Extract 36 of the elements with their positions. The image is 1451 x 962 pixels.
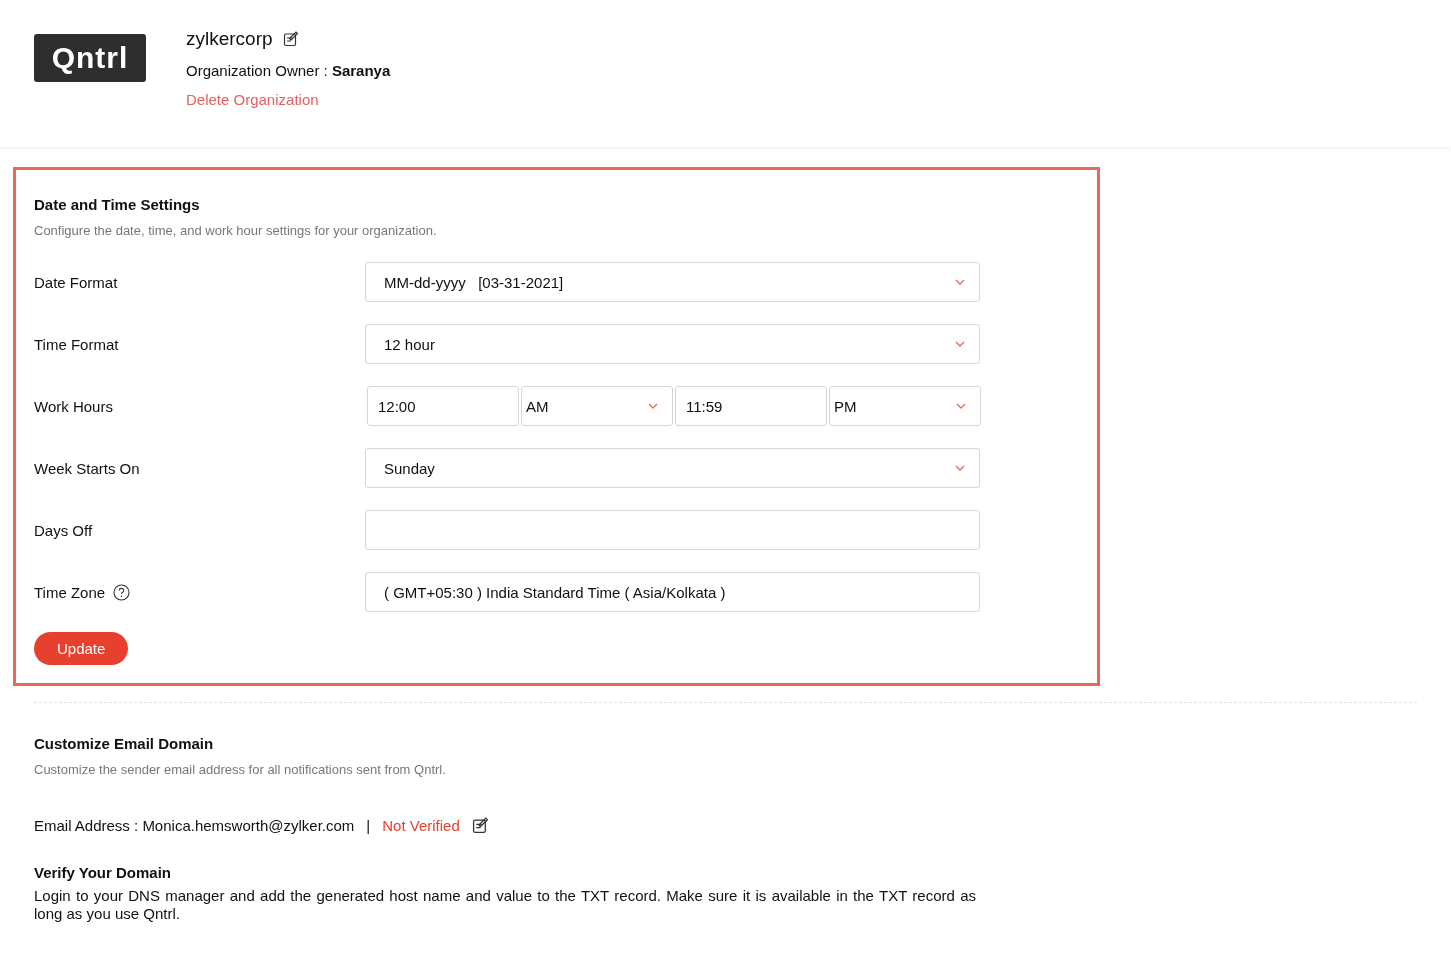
field-label: Time Format [34,335,119,353]
email-address: Email Address : Monica.hemsworth@zylker.com [34,817,355,834]
section-description: Customize the sender email address for all notifications sent from Qntrl. [34,762,447,777]
instructions-text: Login to your DNS manager and add the generated host name and value to the TXT record. Make sure it is available in the TXT record as long as you use Qntrl. [34,887,976,923]
edit-icon[interactable] [282,31,299,47]
organization-name: zylkercorp [186,28,273,50]
help-icon[interactable] [113,583,131,601]
status-text: Not Verified [382,817,460,834]
time-field[interactable]: 12:00 [367,386,519,426]
select-field[interactable]: PM [829,386,981,426]
select-field[interactable]: AM [521,386,673,426]
update-button[interactable]: Update [34,632,129,665]
owner-text: Organization Owner : Saranya [186,62,391,79]
chevron-down-icon [955,465,965,471]
chevron-down-icon [648,403,658,409]
subsection-title: Verify Your Domain [34,864,172,881]
input-field[interactable] [365,510,980,550]
section-title: Date and Time Settings [34,196,201,213]
section-title: Customize Email Domain [34,735,215,752]
separator: | [366,817,371,834]
select-field[interactable]: Sunday [365,448,980,488]
chevron-down-icon [955,279,965,285]
section-description: Configure the date, time, and work hour settings for your organization. [34,223,438,238]
field-label: Days Off [34,521,93,539]
field-label: Work Hours [34,397,113,415]
input-field[interactable]: ( GMT+05:30 ) India Standard Time ( Asia/Kolkata ) [365,572,980,612]
select-field[interactable]: 12 hour [365,324,980,364]
logo: Qntrl [34,34,146,82]
field-label: Date Format [34,273,118,291]
time-field[interactable]: 11:59 [675,386,827,426]
field-label: Week Starts On [34,459,140,477]
edit-icon[interactable] [471,817,489,834]
field-label: Time Zone [34,583,106,601]
chevron-down-icon [956,403,966,409]
select-field[interactable]: MM-dd-yyyy [03-31-2021] [365,262,980,302]
chevron-down-icon [955,341,965,347]
